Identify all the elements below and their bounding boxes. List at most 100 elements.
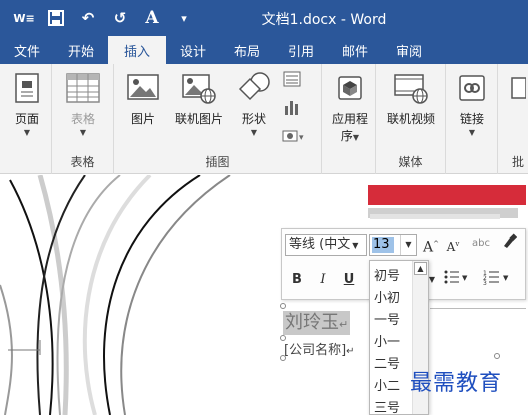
chart-icon[interactable] (282, 98, 302, 116)
addins-label-2: 序 (340, 129, 353, 143)
underline-button[interactable]: U (340, 269, 358, 291)
font-size-option[interactable]: 小一 (374, 331, 400, 350)
shapes-label: 形状 (241, 112, 266, 126)
brush-icon (504, 233, 518, 248)
shapes-caret-icon: ▼ (250, 128, 258, 137)
grow-font-button[interactable]: A^ (422, 233, 440, 256)
numbering-icon: 123▼ (483, 270, 509, 287)
bullets-button[interactable]: ▼ (442, 269, 470, 291)
font-size-box[interactable]: 13 ▼ (369, 234, 417, 256)
font-name-dropdown-icon[interactable]: ▼ (352, 241, 358, 250)
store-icon (332, 70, 368, 106)
resize-handle[interactable] (280, 335, 286, 341)
group-illustrations: 图片 联机图片 形状 ▼ ▾ 插图 (114, 64, 322, 174)
window-title: 文档1.docx - Word (261, 12, 387, 28)
group-label-tables: 表格 (70, 155, 95, 169)
page-icon (9, 70, 45, 106)
group-label-media: 媒体 (398, 155, 423, 169)
group-addins: 应用程 序▼ (322, 64, 376, 174)
scroll-up-icon[interactable]: ▲ (414, 262, 427, 275)
header-gray-bar-light (370, 214, 500, 219)
group-media: 联机视频 媒体 (376, 64, 446, 174)
shapes-icon (236, 70, 272, 106)
screenshot-icon[interactable]: ▾ (280, 126, 308, 144)
tab-file[interactable]: 文件 (0, 36, 54, 64)
table-icon (65, 70, 101, 106)
company-text[interactable]: [公司名称]↵ (284, 339, 355, 358)
name-text[interactable]: 刘玲玉↵ (283, 311, 351, 335)
table-caret-icon: ▼ (79, 128, 87, 137)
links-caret-icon: ▼ (468, 128, 476, 137)
text-frame[interactable] (430, 308, 526, 415)
tab-review[interactable]: 审阅 (382, 36, 436, 64)
online-video-icon (393, 70, 429, 106)
svg-text:▾: ▾ (299, 133, 304, 143)
addins-label-1: 应用程 (331, 112, 368, 126)
links-label: 链接 (459, 112, 484, 126)
addins-button[interactable]: 应用程 序▼ (326, 70, 374, 144)
grow-font-label: A (423, 239, 434, 256)
font-size-value[interactable]: 13 (372, 237, 394, 253)
svg-text:▼: ▼ (503, 274, 509, 282)
pinyin-guide-button[interactable]: abc (468, 233, 494, 255)
tab-references[interactable]: 引用 (274, 36, 328, 64)
online-picture-label: 联机图片 (174, 112, 223, 126)
online-picture-button[interactable]: 联机图片 (168, 70, 230, 127)
title-bar: W ≡ ↶ ↺ A ▾ 文档1.docx - Word (0, 0, 528, 36)
picture-label: 图片 (130, 112, 155, 126)
font-size-option[interactable]: 二号 (374, 353, 400, 372)
online-video-button[interactable]: 联机视频 (379, 70, 443, 127)
company-value: [公司名称] (284, 343, 347, 358)
picture-button[interactable]: 图片 (124, 70, 162, 127)
pages-button[interactable]: 页面 ▼ (7, 70, 47, 137)
numbering-button[interactable]: 1 2 3 ▼ (482, 269, 512, 291)
font-size-option[interactable]: 一号 (374, 309, 400, 328)
ribbon-insert: 页面 ▼ 表格 ▼ 表格 图片 联机图片 形状 ▼ ▾ 插图 应用程 序▼ 联机… (0, 64, 528, 174)
tab-mailings[interactable]: 邮件 (328, 36, 382, 64)
comment-icon[interactable] (508, 74, 527, 104)
group-comments: 批 (498, 64, 528, 174)
tab-design[interactable]: 设计 (166, 36, 220, 64)
svg-text:3: 3 (483, 280, 487, 285)
font-size-option[interactable]: 初号 (374, 265, 400, 284)
document-canvas[interactable]: 刘玲玉↵ [公司名称]↵ 等线 (中文 ▼ 13 ▼ A^ Av abc B I … (0, 175, 528, 415)
group-label-illustrations: 插图 (205, 155, 230, 169)
font-size-option[interactable]: 三号 (374, 397, 400, 415)
font-size-dropdown-icon[interactable]: ▼ (400, 235, 416, 255)
font-size-option[interactable]: 小初 (374, 287, 400, 306)
online-video-label: 联机视频 (386, 112, 435, 126)
group-label-comments: 批 (512, 155, 525, 169)
pages-caret-icon: ▼ (23, 128, 31, 137)
tab-layout[interactable]: 布局 (220, 36, 274, 64)
online-picture-icon (181, 70, 217, 106)
shrink-font-button[interactable]: Av (444, 233, 462, 255)
svg-text:▼: ▼ (462, 274, 468, 282)
bold-button[interactable]: B (288, 269, 306, 291)
font-name-box[interactable]: 等线 (中文 ▼ (285, 234, 367, 256)
watermark-text: 最需教育 (410, 371, 503, 396)
pages-label: 页面 (14, 112, 39, 126)
italic-button[interactable]: I (314, 269, 332, 291)
paragraph-mark-icon: ↵ (339, 318, 349, 331)
table-button[interactable]: 表格 ▼ (62, 70, 104, 137)
smartart-icon[interactable] (282, 70, 302, 88)
tab-insert[interactable]: 插入 (108, 36, 166, 64)
tab-home[interactable]: 开始 (54, 36, 108, 64)
format-painter-button[interactable] (498, 233, 520, 255)
resize-handle[interactable] (494, 353, 500, 359)
table-label: 表格 (70, 112, 95, 126)
group-tables: 表格 ▼ 表格 (52, 64, 114, 174)
group-pages: 页面 ▼ (0, 64, 52, 174)
resize-handle[interactable] (280, 303, 286, 309)
paragraph-mark-icon: ↵ (346, 346, 355, 357)
shapes-button[interactable]: 形状 ▼ (234, 70, 274, 137)
links-button[interactable]: 链接 ▼ (452, 70, 492, 137)
ribbon-tabs: 文件 开始 插入 设计 布局 引用 邮件 审阅 (0, 36, 528, 64)
group-links: 链接 ▼ (446, 64, 498, 174)
addins-caret-icon: ▼ (352, 133, 360, 142)
decorative-curves (0, 175, 231, 415)
bullets-icon: ▼ (444, 270, 468, 284)
font-name-value: 等线 (中文 (289, 237, 351, 252)
resize-handle[interactable] (280, 355, 286, 361)
font-size-option[interactable]: 小二 (374, 375, 400, 394)
